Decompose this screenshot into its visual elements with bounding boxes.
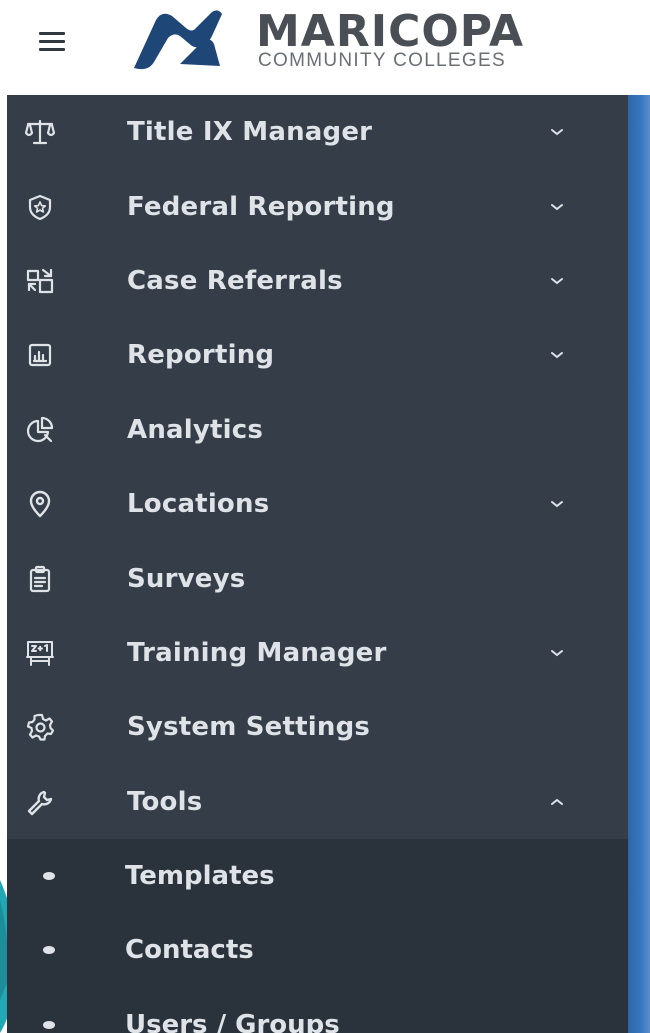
sidebar-item-label: Surveys: [127, 563, 246, 594]
submenu-item-contacts[interactable]: Contacts: [7, 913, 628, 987]
sidebar-item-label: System Settings: [127, 712, 371, 743]
maricopa-logo[interactable]: MARICOPA COMMUNITY COLLEGES: [126, 6, 606, 76]
sidebar-item-label: Analytics: [127, 414, 264, 445]
report-chart-icon: [23, 338, 57, 372]
sidebar-nav: Title IX Manager Federal Reporting Case …: [7, 95, 628, 1033]
pie-chart-icon: [23, 413, 57, 447]
sidebar-item-label: Tools: [127, 786, 203, 817]
scales-icon: [23, 115, 57, 149]
submenu-item-templates[interactable]: Templates: [7, 839, 628, 913]
chevron-down-icon[interactable]: [543, 267, 571, 295]
bullet-dot-icon: [43, 872, 55, 881]
tools-submenu: Templates Contacts Users / Groups: [7, 838, 628, 1033]
sidebar-item-case-referrals[interactable]: Case Referrals: [7, 244, 628, 318]
wrench-icon: [23, 785, 57, 819]
sidebar-item-reporting[interactable]: Reporting: [7, 318, 628, 392]
sidebar-item-title-ix-manager[interactable]: Title IX Manager: [7, 95, 628, 169]
submenu-item-label: Templates: [125, 861, 275, 892]
submenu-item-users-groups[interactable]: Users / Groups: [7, 988, 628, 1033]
hamburger-icon-bar: [39, 39, 65, 43]
maricopa-logo-mark-icon: [134, 10, 222, 70]
shield-star-icon: [23, 190, 57, 224]
chevron-down-icon[interactable]: [543, 639, 571, 667]
bullet-dot-icon: [43, 946, 55, 955]
background-right-strip: [628, 95, 650, 1033]
sidebar-item-label: Locations: [127, 489, 270, 520]
sidebar-item-federal-reporting[interactable]: Federal Reporting: [7, 169, 628, 243]
training-board-icon: [23, 636, 57, 670]
logo-subtitle: COMMUNITY COLLEGES: [258, 50, 506, 71]
hamburger-menu-button[interactable]: [32, 26, 72, 56]
sidebar-item-tools[interactable]: Tools: [7, 765, 628, 839]
chevron-down-icon[interactable]: [543, 490, 571, 518]
sidebar-item-analytics[interactable]: Analytics: [7, 393, 628, 467]
chevron-up-icon[interactable]: [543, 788, 571, 816]
bullet-dot-icon: [43, 1020, 55, 1029]
hamburger-icon-bar: [39, 31, 65, 35]
sidebar-item-locations[interactable]: Locations: [7, 467, 628, 541]
sidebar-item-label: Case Referrals: [127, 265, 343, 296]
submenu-item-label: Users / Groups: [125, 1009, 340, 1033]
hamburger-icon-bar: [39, 47, 65, 51]
referral-transfer-icon: [23, 264, 57, 298]
clipboard-icon: [23, 562, 57, 596]
sidebar-item-system-settings[interactable]: System Settings: [7, 690, 628, 764]
sidebar-item-label: Training Manager: [127, 637, 387, 668]
chevron-down-icon[interactable]: [543, 118, 571, 146]
sidebar-item-label: Federal Reporting: [127, 191, 395, 222]
gear-icon: [23, 710, 57, 744]
app-header: MARICOPA COMMUNITY COLLEGES: [0, 0, 650, 95]
chevron-down-icon[interactable]: [543, 341, 571, 369]
sidebar-item-label: Title IX Manager: [127, 117, 373, 148]
sidebar-item-label: Reporting: [127, 340, 275, 371]
submenu-item-label: Contacts: [125, 935, 254, 966]
chevron-down-icon[interactable]: [543, 193, 571, 221]
map-pin-icon: [23, 487, 57, 521]
sidebar-item-surveys[interactable]: Surveys: [7, 541, 628, 615]
sidebar-item-training-manager[interactable]: Training Manager: [7, 616, 628, 690]
